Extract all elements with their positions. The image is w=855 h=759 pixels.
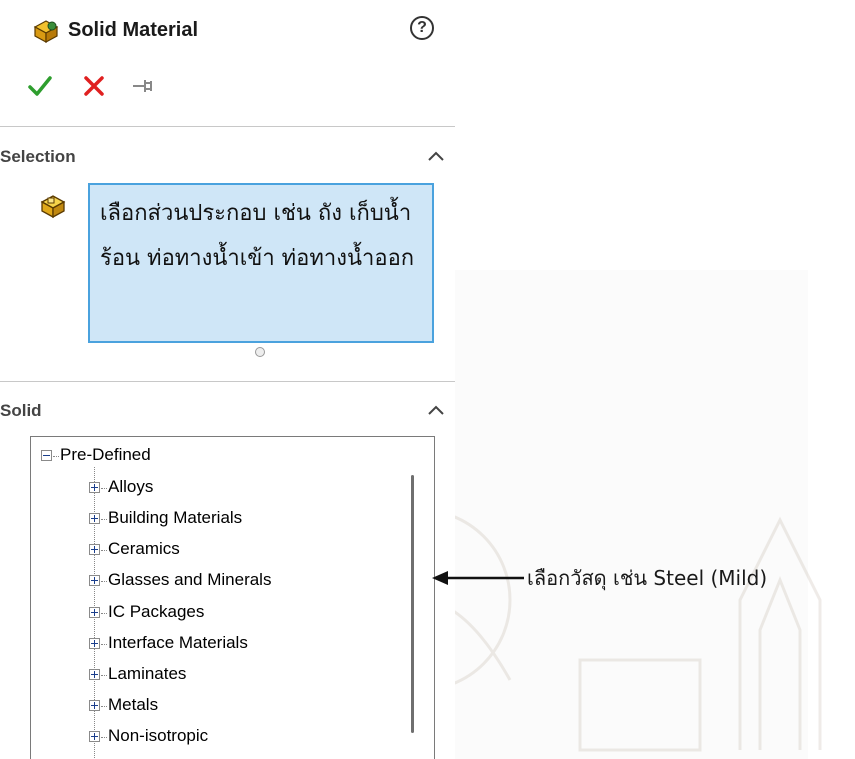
expand-toggle-icon[interactable] [89, 731, 100, 742]
selection-field[interactable]: เลือกส่วนประกอบ เช่น ถัง เก็บน้ำร้อน ท่อ… [88, 183, 434, 343]
panel-header: Solid Material ? [32, 14, 452, 48]
expand-toggle-icon[interactable] [89, 669, 100, 680]
tree-label[interactable]: IC Packages [108, 602, 204, 622]
tree-label[interactable]: Glasses and Minerals [108, 570, 271, 590]
tree-connector [101, 644, 107, 645]
solid-material-icon [33, 20, 59, 44]
tree-connector [101, 519, 107, 520]
tree-label[interactable]: Alloys [108, 477, 153, 497]
x-icon [84, 76, 104, 96]
cancel-button[interactable] [80, 72, 108, 100]
tree-scrollbar[interactable] [411, 475, 414, 733]
tree-label[interactable]: Non-isotropic [108, 726, 208, 746]
tree-label[interactable]: Ceramics [108, 539, 180, 559]
tree-connector [101, 488, 107, 489]
tree-label[interactable]: Interface Materials [108, 633, 248, 653]
background-area [455, 270, 808, 759]
selection-header: Selection [0, 147, 76, 166]
tree-label[interactable]: Building Materials [108, 508, 242, 528]
expand-toggle-icon[interactable] [89, 607, 100, 618]
material-tree: Pre-Defined Alloys Building Materials Ce… [30, 436, 435, 759]
tree-connector [101, 706, 107, 707]
check-icon [28, 76, 52, 96]
tree-label[interactable]: Pre-Defined [60, 445, 151, 465]
expand-toggle-icon[interactable] [89, 544, 100, 555]
ok-button[interactable] [26, 72, 54, 100]
expand-toggle-icon[interactable] [89, 575, 100, 586]
tree-connector [101, 737, 107, 738]
collapse-selection-chevron-up-icon[interactable] [427, 150, 445, 162]
expand-toggle-icon[interactable] [89, 482, 100, 493]
divider-1 [0, 126, 455, 127]
tree-label[interactable]: Laminates [108, 664, 186, 684]
tree-connector [101, 613, 107, 614]
property-manager-panel: Solid Material ? Selection เลือกส่วนประก… [0, 0, 455, 759]
expand-toggle-icon[interactable] [89, 638, 100, 649]
expand-toggle-icon[interactable] [89, 513, 100, 524]
expand-toggle-icon[interactable] [89, 700, 100, 711]
collapse-toggle-icon[interactable] [41, 450, 52, 461]
solid-header: Solid [0, 401, 42, 420]
pushpin-icon [133, 80, 152, 92]
tree-label[interactable]: Metals [108, 695, 158, 715]
component-icon [40, 195, 66, 219]
help-button[interactable]: ? [410, 16, 434, 40]
selection-resize-handle[interactable] [255, 347, 265, 357]
annotation-text: เลือกวัสดุ เช่น Steel (Mild) [527, 566, 768, 590]
pin-button[interactable] [130, 72, 158, 100]
tree-connector [101, 550, 107, 551]
tree-connector [101, 581, 107, 582]
collapse-solid-chevron-up-icon[interactable] [427, 404, 445, 416]
panel-title: Solid Material [68, 19, 199, 41]
divider-2 [0, 381, 455, 382]
tree-connector [53, 456, 59, 457]
annotation-arrow-icon [432, 571, 524, 585]
tree-connector [101, 675, 107, 676]
